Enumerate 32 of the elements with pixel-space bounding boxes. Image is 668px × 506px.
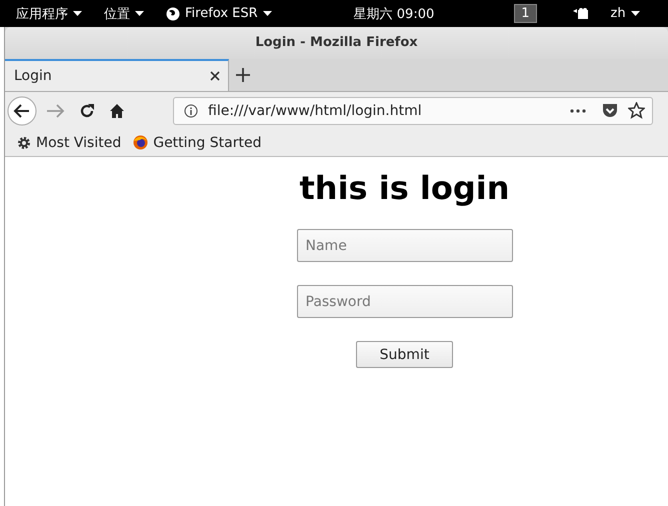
caret-icon[interactable] <box>135 11 144 16</box>
language-menu[interactable]: zh <box>610 6 640 21</box>
gear-icon[interactable] <box>17 136 31 150</box>
caret-icon[interactable] <box>262 11 272 16</box>
back-icon[interactable] <box>7 96 37 126</box>
close-icon[interactable] <box>210 71 220 81</box>
more-icon[interactable] <box>570 108 586 112</box>
input-field[interactable]: Password <box>296 285 512 318</box>
plus-icon[interactable] <box>236 68 250 82</box>
home-icon[interactable] <box>109 102 125 118</box>
bookmark-item[interactable]: Getting Started <box>133 134 262 150</box>
url-text: file:///var/www/html/login.html <box>208 102 423 118</box>
page-heading: this is login <box>300 169 510 207</box>
bookmark-item[interactable]: Most Visited <box>17 134 122 150</box>
tab-title: Login <box>14 68 52 84</box>
reload-icon[interactable] <box>79 102 95 118</box>
camera-icon[interactable] <box>572 8 589 20</box>
submit-button[interactable]: Submit <box>356 341 453 368</box>
input-field[interactable]: Name <box>296 229 512 262</box>
window-title: Login - Mozilla Firefox <box>5 27 668 59</box>
browser-tab[interactable]: Login <box>5 59 229 91</box>
top-menu[interactable]: Firefox ESR <box>166 6 272 21</box>
caret-icon[interactable] <box>73 11 82 16</box>
top-menu[interactable]: 位置 <box>104 4 144 22</box>
info-icon[interactable] <box>184 104 198 118</box>
clock-text[interactable]: 星期六 09:00 <box>354 4 434 22</box>
address-bar[interactable]: file:///var/www/html/login.html <box>173 96 653 124</box>
workspace-indicator[interactable]: 1 <box>514 4 537 23</box>
star-icon[interactable] <box>628 102 645 119</box>
caret-icon[interactable] <box>630 11 640 16</box>
top-menu[interactable]: 应用程序 <box>16 4 82 22</box>
pocket-icon[interactable] <box>602 103 618 118</box>
